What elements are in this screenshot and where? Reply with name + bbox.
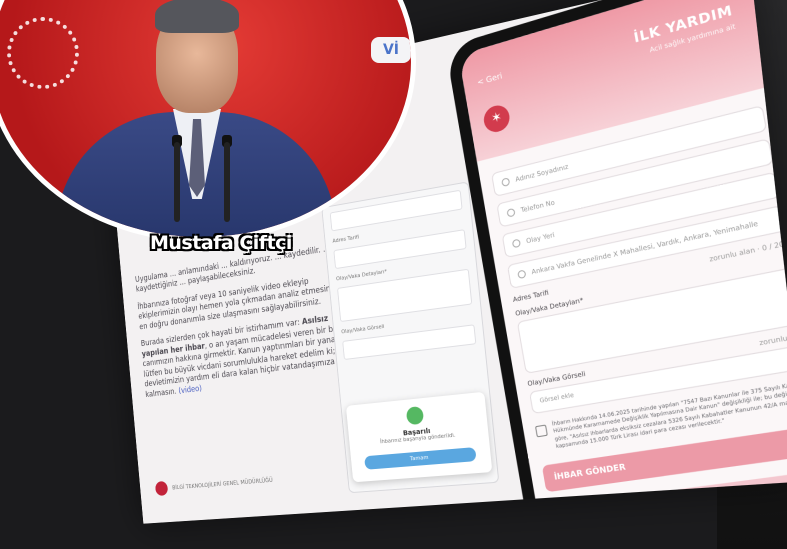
microphone-stand bbox=[224, 142, 230, 222]
phone-mockup: < Geri İLK YARDIM Acil sağlık yardımına … bbox=[445, 0, 787, 524]
hayat-logo-icon: ✶ bbox=[481, 102, 512, 135]
photo-scene: Uygulama ... anlamındaki ... kaldırıyoru… bbox=[0, 0, 787, 549]
success-ok-button[interactable]: Tamam bbox=[364, 447, 477, 470]
microphone-stand bbox=[174, 142, 180, 222]
back-button[interactable]: < Geri bbox=[477, 71, 503, 87]
report-form: Adınız Soyadınız Telefon No Olay Yeri An… bbox=[477, 85, 787, 524]
success-dialog: Başarılı İhbarınız başarıyla gönderildi.… bbox=[345, 391, 493, 483]
user-icon bbox=[501, 177, 511, 188]
ministry-logo-icon bbox=[154, 480, 169, 497]
slide-footer: BİLGİ TEKNOLOJİLERİ GENEL MÜDÜRLÜĞÜ bbox=[154, 472, 274, 497]
phone-screen: < Geri İLK YARDIM Acil sağlık yardımına … bbox=[458, 0, 787, 524]
location-icon bbox=[511, 238, 522, 249]
eye-icon bbox=[517, 269, 527, 280]
ministry-seal-icon bbox=[7, 17, 79, 89]
address-label: Adres Tarifi bbox=[512, 288, 550, 304]
slide-footer-text: BİLGİ TEKNOLOJİLERİ GENEL MÜDÜRLÜĞÜ bbox=[171, 476, 273, 491]
success-check-icon bbox=[405, 405, 425, 426]
speaker-hair bbox=[155, 0, 239, 33]
video-badge: Vİ bbox=[371, 37, 411, 63]
media-hint: zorunlu alan bbox=[758, 330, 787, 348]
speaker-name-caption: Mustafa Çiftçi bbox=[150, 232, 292, 254]
mini-phone-mockup: Adres Tarifi Olay/Vaka Detayları* Olay/V… bbox=[321, 181, 500, 494]
phone-icon bbox=[506, 207, 516, 218]
video-link[interactable]: (video) bbox=[178, 384, 202, 396]
consent-checkbox[interactable] bbox=[534, 424, 548, 438]
